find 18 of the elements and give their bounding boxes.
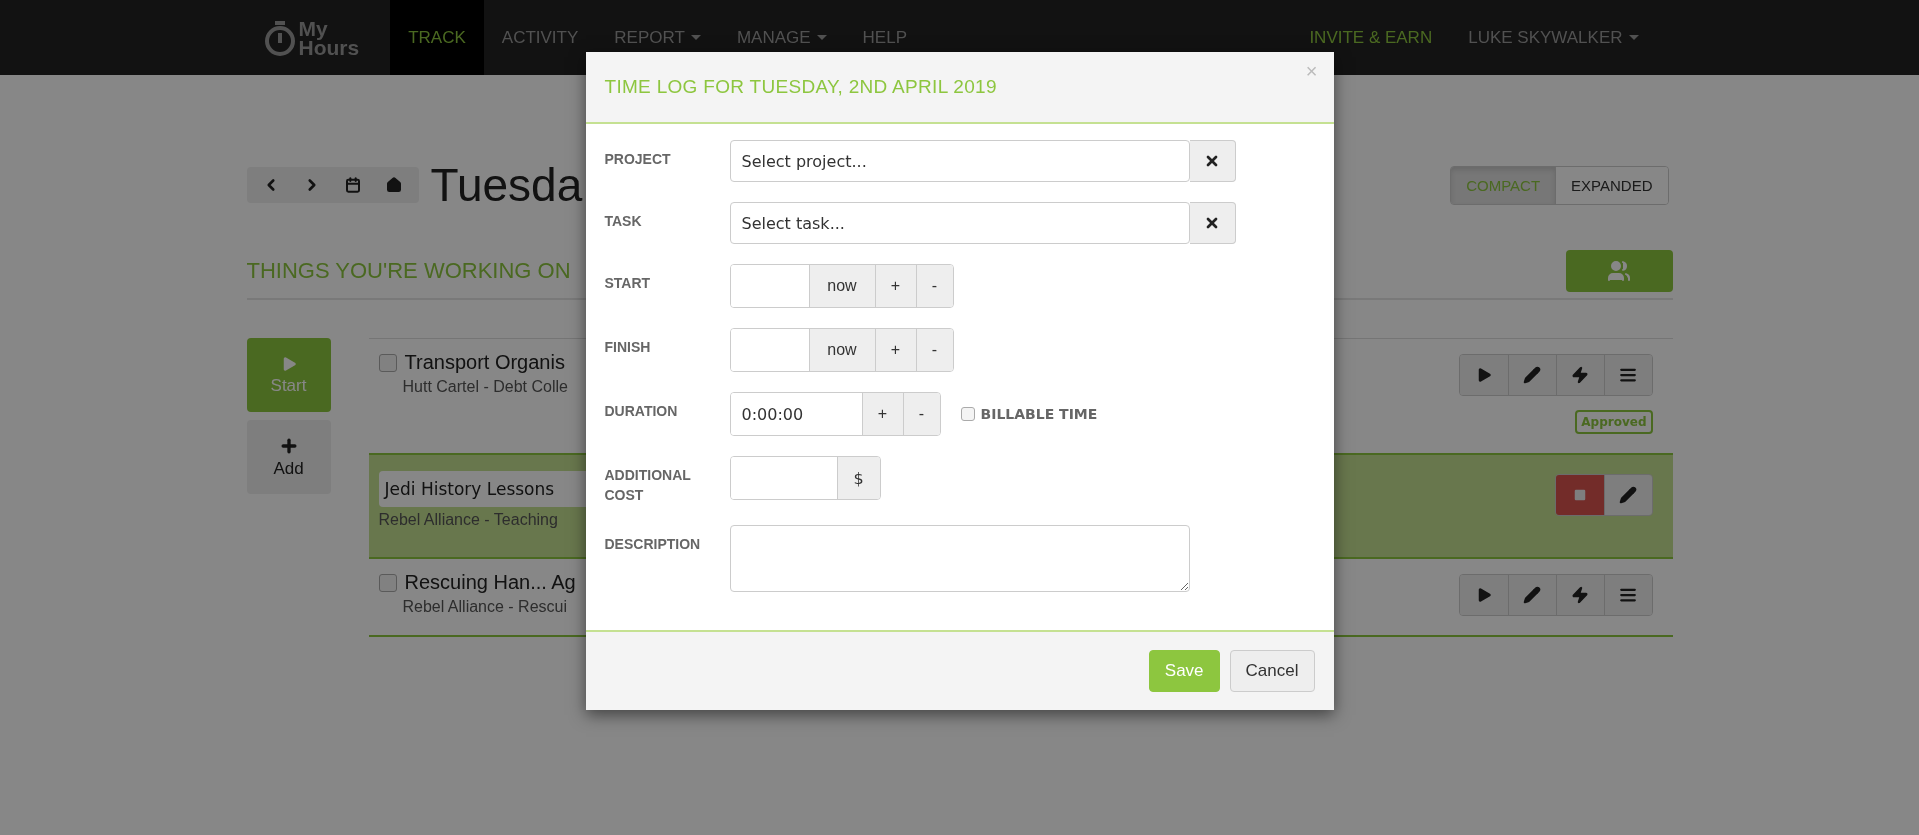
entry-subtitle: Rebel Alliance - Rescui (402, 598, 568, 616)
entry-title: Transport Organis (404, 351, 565, 374)
logo-text: My Hours (298, 18, 360, 57)
field-label: TASK (604, 212, 642, 231)
dialog-title: TIME LOG FOR TUESDAY, 2ND APRIL 2019 (604, 76, 997, 98)
field-label: START (604, 274, 651, 293)
entry-title: Rescuing Han... Ag (404, 571, 576, 594)
billable-label: BILLABLE TIME (980, 406, 1098, 422)
section-title: THINGS YOU'RE WORKING ON (246, 258, 571, 284)
status-badge: Approved (1575, 410, 1653, 434)
day-title: Tuesda (430, 158, 583, 212)
entry-subtitle: Hutt Cartel - Debt Colle (402, 378, 568, 396)
field-label: DURATION (604, 402, 678, 421)
field-label: FINISH (604, 338, 651, 357)
entry-subtitle: Rebel Alliance - Teaching (378, 511, 558, 529)
field-label: ADDITIONAL COST (604, 466, 692, 505)
field-label: PROJECT (604, 150, 671, 169)
field-label: DESCRIPTION (604, 535, 701, 554)
